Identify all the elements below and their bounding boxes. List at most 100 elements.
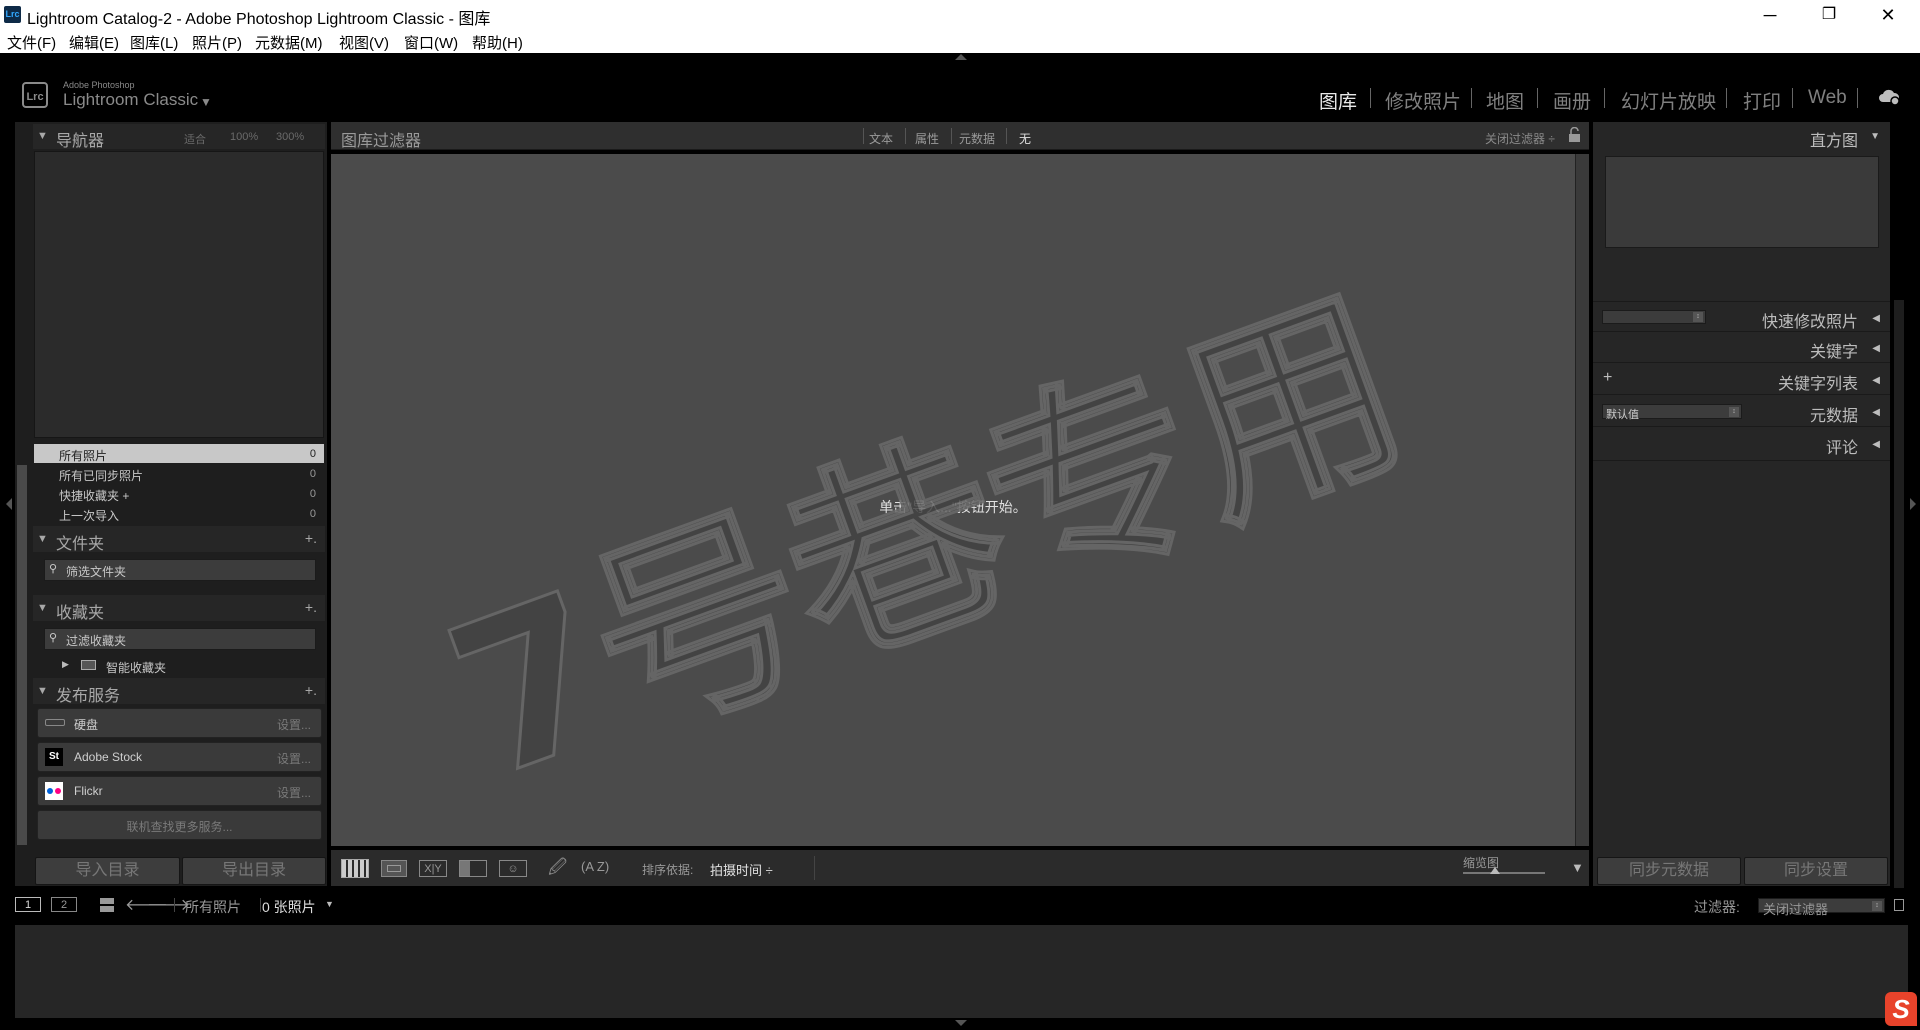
publish-services-header[interactable]: ▼ 发布服务 +. [33, 678, 325, 705]
add-collection-button[interactable]: +. [305, 599, 317, 615]
expand-keywording-icon[interactable]: ◀ [1872, 343, 1880, 354]
survey-view-icon[interactable] [459, 860, 487, 877]
add-publish-service-button[interactable]: +. [305, 682, 317, 698]
filmstrip[interactable] [15, 925, 1908, 1018]
right-panel-toggle-icon[interactable] [1910, 498, 1916, 510]
publish-flickr[interactable]: Flickr 设置... [37, 776, 322, 806]
module-print[interactable]: 打印 [1743, 87, 1781, 114]
module-map[interactable]: 地图 [1486, 87, 1524, 114]
expand-triangle-icon[interactable]: ▶ [62, 659, 69, 670]
metadata-preset-select[interactable]: 默认值 ↕ [1602, 404, 1742, 421]
menu-photo[interactable]: 照片(P) [192, 32, 242, 53]
import-button[interactable]: 导入目录 [35, 857, 180, 885]
painter-icon[interactable]: 🖉 [548, 855, 567, 885]
collections-header[interactable]: ▼ 收藏夹 +. [33, 595, 325, 622]
hard-drive-setup-button[interactable]: 设置... [277, 716, 311, 733]
metadata-header[interactable]: 默认值 ↕ 元数据 ◀ [1595, 398, 1888, 425]
grid-icon[interactable] [100, 898, 114, 912]
primary-display-button[interactable]: 1 [15, 897, 41, 912]
navigator-header[interactable]: ▼ 导航器 适合 100% 300% [33, 124, 325, 150]
navigator-preview[interactable] [34, 151, 324, 438]
catalog-row-previous-import[interactable]: 上一次导入 0 [34, 504, 324, 523]
filmstrip-filter-select[interactable]: 关闭过滤器 ↕ [1758, 898, 1885, 917]
catalog-row-synced[interactable]: 所有已同步照片 0 [34, 464, 324, 483]
toolbar-menu-caret-icon[interactable]: ▼ [1571, 860, 1584, 875]
filter-preset-select[interactable]: 关闭过滤器 ÷ [1485, 130, 1555, 147]
zoom-fit[interactable]: 适合 [184, 131, 206, 147]
secondary-display-button[interactable]: 2 [51, 897, 77, 912]
right-panel-scrollbar[interactable] [1894, 300, 1904, 888]
module-develop[interactable]: 修改照片 [1385, 87, 1461, 114]
module-slideshow[interactable]: 幻灯片放映 [1621, 87, 1716, 114]
lock-icon[interactable] [1568, 126, 1581, 143]
cloud-sync-icon[interactable] [1878, 88, 1900, 106]
people-view-icon[interactable]: ☺ [499, 860, 527, 877]
menu-help[interactable]: 帮助(H) [472, 32, 523, 53]
loupe-view-icon[interactable] [381, 860, 407, 877]
compare-view-icon[interactable]: X|Y [419, 860, 447, 877]
menu-file[interactable]: 文件(F) [7, 32, 56, 53]
module-web[interactable]: Web [1808, 87, 1847, 109]
smart-collections-row[interactable]: ▶ 智能收藏夹 [34, 655, 324, 675]
expand-quick-develop-icon[interactable]: ◀ [1872, 313, 1880, 324]
sync-settings-button[interactable]: 同步设置 [1744, 857, 1888, 885]
sync-metadata-button[interactable]: 同步元数据 [1597, 857, 1741, 885]
add-folder-button[interactable]: +. [305, 530, 317, 546]
quick-develop-header[interactable]: ↕ 快速修改照片 ◀ [1595, 304, 1888, 331]
expand-keyword-list-icon[interactable]: ◀ [1872, 375, 1880, 386]
left-panel-scrollbar[interactable] [17, 465, 27, 845]
publish-hard-drive[interactable]: 硬盘 设置... [37, 708, 322, 738]
filter-none[interactable]: 无 [1019, 130, 1031, 147]
source-caret-icon[interactable]: ▼ [325, 899, 334, 909]
forward-arrow-icon[interactable]: 🡒 [147, 894, 190, 915]
module-book[interactable]: 画册 [1553, 87, 1591, 114]
keyword-list-header[interactable]: + 关键字列表 ◀ [1595, 366, 1888, 393]
folders-header[interactable]: ▼ 文件夹 +. [33, 526, 325, 553]
adobe-stock-setup-button[interactable]: 设置... [277, 750, 311, 767]
zoom-100[interactable]: 100% [230, 131, 258, 143]
zoom-300[interactable]: 300% [276, 131, 304, 143]
sort-direction-icon[interactable]: (A Z) [581, 859, 609, 874]
filter-metadata[interactable]: 元数据 [959, 130, 995, 147]
filter-attribute[interactable]: 属性 [915, 130, 939, 147]
maximize-button[interactable]: ❐ [1809, 3, 1849, 27]
find-more-services-button[interactable]: 联机查找更多服务... [37, 810, 322, 840]
top-panel-toggle-icon[interactable] [955, 54, 967, 60]
flickr-setup-button[interactable]: 设置... [277, 784, 311, 801]
filmstrip-lock-icon[interactable] [1894, 899, 1904, 911]
lightroom-app-icon: Lrc [4, 6, 21, 23]
catalog-row-quick-collection[interactable]: 快捷收藏夹 + 0 [34, 484, 324, 503]
comments-header[interactable]: 评论 ◀ [1595, 430, 1888, 457]
histogram-title[interactable]: 直方图 [1810, 127, 1858, 151]
module-library[interactable]: 图库 [1319, 87, 1357, 114]
sort-select[interactable]: 拍摄时间 ÷ [710, 860, 773, 879]
catalog-row-all-photos[interactable]: 所有照片 0 [34, 444, 324, 463]
minimize-button[interactable]: ─ [1750, 3, 1790, 27]
menu-library[interactable]: 图库(L) [130, 32, 178, 53]
menu-window[interactable]: 窗口(W) [404, 32, 458, 53]
collection-filter-input[interactable]: ⚲ 过滤收藏夹 [44, 628, 316, 650]
left-panel-toggle-icon[interactable] [6, 498, 12, 510]
expand-comments-icon[interactable]: ◀ [1872, 439, 1880, 450]
filmstrip-source[interactable]: 所有照片 [185, 897, 241, 917]
grid-view-icon[interactable] [341, 859, 369, 878]
keywording-header[interactable]: 关键字 ◀ [1595, 334, 1888, 361]
close-button[interactable]: ✕ [1868, 3, 1908, 27]
grid-scrollbar[interactable] [1575, 154, 1589, 846]
add-keyword-button[interactable]: + [1603, 369, 1612, 387]
filmstrip-toggle-icon[interactable] [955, 1020, 967, 1026]
menu-view[interactable]: 视图(V) [339, 32, 389, 53]
thumbnail-size-slider[interactable] [1463, 872, 1545, 874]
ime-badge-icon[interactable]: S [1885, 992, 1917, 1026]
filter-text[interactable]: 文本 [869, 130, 893, 147]
expand-metadata-icon[interactable]: ◀ [1872, 407, 1880, 418]
menu-metadata[interactable]: 元数据(M) [255, 32, 323, 53]
histogram-panel: 直方图 ▼ [1595, 124, 1888, 301]
export-button[interactable]: 导出目录 [182, 857, 326, 885]
collapse-histogram-icon[interactable]: ▼ [1870, 131, 1880, 142]
menu-edit[interactable]: 编辑(E) [69, 32, 119, 53]
folder-filter-input[interactable]: ⚲ 筛选文件夹 [44, 559, 316, 581]
publish-adobe-stock[interactable]: St Adobe Stock 设置... [37, 742, 322, 772]
saved-preset-select[interactable]: ↕ [1602, 310, 1706, 324]
slider-thumb-icon[interactable] [1490, 867, 1500, 874]
